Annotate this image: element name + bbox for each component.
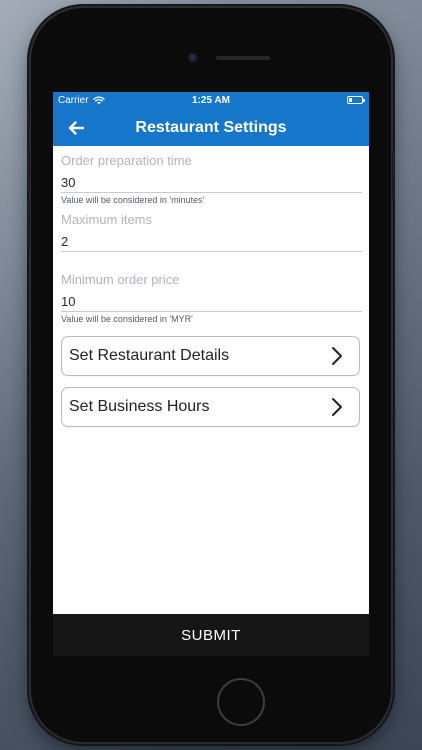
max-items-field: Maximum items — [61, 212, 362, 252]
min-price-input[interactable] — [61, 290, 362, 312]
status-time: 1:25 AM — [192, 95, 230, 106]
battery-level — [349, 98, 352, 102]
chevron-right-icon — [332, 347, 342, 365]
home-button[interactable] — [217, 678, 265, 726]
max-items-input[interactable] — [61, 230, 362, 252]
set-restaurant-details-button[interactable]: Set Restaurant Details — [61, 336, 360, 376]
min-price-field: Minimum order price Value will be consid… — [61, 272, 362, 325]
battery-icon — [347, 96, 365, 104]
navigation-bar: Restaurant Settings — [53, 109, 369, 146]
prep-time-input[interactable] — [61, 171, 362, 193]
business-hours-label: Set Business Hours — [69, 398, 210, 415]
status-bar: Carrier 1:25 AM — [53, 92, 369, 109]
app-screen: Carrier 1:25 AM Restaurant Settings Orde… — [53, 92, 369, 656]
max-items-label: Maximum items — [61, 212, 153, 227]
earpiece-speaker — [216, 56, 270, 60]
min-price-hint: Value will be considered in 'MYR' — [61, 314, 193, 324]
submit-button[interactable]: SUBMIT — [53, 614, 369, 656]
prep-time-label: Order preparation time — [61, 153, 192, 168]
volume-down-button — [27, 202, 30, 246]
min-price-label: Minimum order price — [61, 272, 180, 287]
chevron-right-icon — [332, 398, 342, 416]
front-camera — [189, 54, 196, 61]
power-button — [392, 150, 395, 198]
prep-time-hint: Value will be considered in 'minutes' — [61, 195, 205, 205]
page-title: Restaurant Settings — [135, 119, 287, 136]
mute-switch — [27, 104, 30, 128]
set-business-hours-button[interactable]: Set Business Hours — [61, 387, 360, 427]
prep-time-field: Order preparation time Value will be con… — [61, 153, 362, 206]
restaurant-details-label: Set Restaurant Details — [69, 347, 230, 364]
volume-up-button — [27, 148, 30, 192]
